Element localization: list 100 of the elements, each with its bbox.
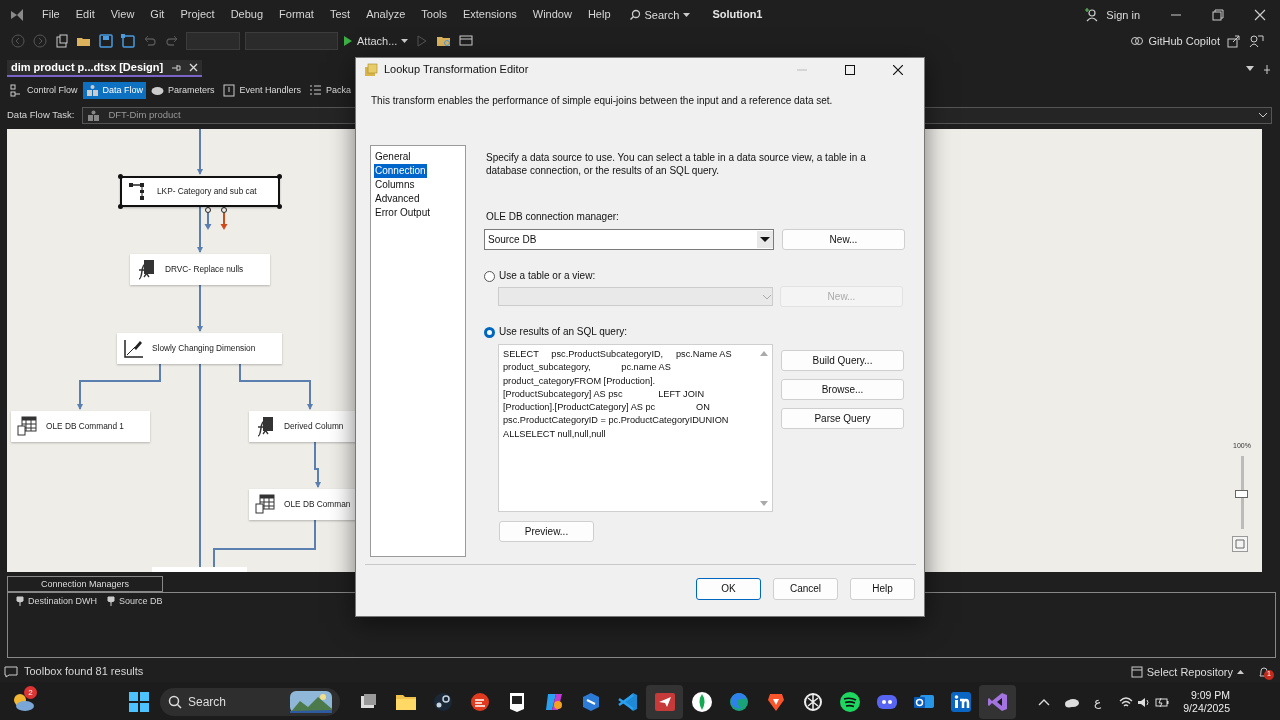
connection-dropdown[interactable]: Source DB <box>484 229 774 250</box>
knot-icon[interactable] <box>801 691 824 713</box>
search-field[interactable]: Search <box>160 688 340 716</box>
connector-line <box>197 284 203 332</box>
window-icon[interactable] <box>458 33 475 49</box>
search-button[interactable]: Search <box>628 6 691 24</box>
app-icon[interactable] <box>949 691 972 713</box>
data-flow-icon <box>85 83 99 97</box>
time-text: 9:09 PM <box>1190 689 1230 702</box>
app-icon[interactable] <box>468 691 491 713</box>
page-item[interactable]: Error Output <box>374 206 432 220</box>
designer-tab[interactable]: Data Flow <box>82 81 147 99</box>
close-icon[interactable] <box>893 65 903 75</box>
sign-in-button[interactable]: Sign in <box>1084 6 1140 24</box>
menu-item[interactable]: Debug <box>222 8 272 22</box>
designer-tab[interactable]: Parameters <box>148 81 218 99</box>
slider-thumb[interactable] <box>1235 489 1248 498</box>
output-arrow-icon[interactable] <box>204 207 212 230</box>
cloud-icon[interactable] <box>1064 696 1081 708</box>
dialog-button[interactable]: OK <box>696 578 761 600</box>
play-icon <box>343 35 353 47</box>
browser-icon[interactable] <box>727 691 750 713</box>
battery-icon[interactable] <box>1155 696 1170 708</box>
page-item[interactable]: Advanced <box>374 192 421 206</box>
radio-label: Use a table or a view: <box>499 270 596 282</box>
app-icon[interactable] <box>431 691 454 713</box>
dialog-description: This transform enables the performance of simple equi-joins between the input and a reference data set. <box>371 95 834 107</box>
query-button[interactable]: Browse... <box>781 379 904 400</box>
page-item[interactable]: Columns <box>374 178 416 192</box>
caret-icon <box>401 38 409 44</box>
pin-icon[interactable] <box>171 62 182 73</box>
clock[interactable]: 9:09 PM 9/24/2025 <box>1183 689 1230 715</box>
table-icon <box>255 494 276 515</box>
menu-item[interactable]: Extensions <box>454 8 525 22</box>
restore-icon[interactable] <box>1212 9 1224 21</box>
pin-icon[interactable] <box>1262 63 1272 74</box>
radio-button[interactable] <box>484 326 495 338</box>
new-project-icon[interactable] <box>54 33 70 49</box>
dialog-button[interactable]: Cancel <box>773 578 838 600</box>
connection-manager-item[interactable]: Source DB <box>107 596 163 607</box>
designer-tab[interactable]: Control Flow <box>7 81 81 99</box>
feedback-icon[interactable] <box>1248 33 1264 49</box>
query-button[interactable]: Parse Query <box>781 408 904 429</box>
app-icon[interactable] <box>653 691 676 713</box>
query-button[interactable]: Build Query... <box>781 350 904 371</box>
component-node[interactable]: LKP- Category and sub cat <box>120 176 280 207</box>
menu-item[interactable]: Help <box>579 8 619 22</box>
menu-item[interactable]: Window <box>524 8 580 22</box>
music-icon[interactable] <box>838 691 861 713</box>
designer-tab[interactable]: Packa <box>306 81 355 99</box>
comment-icon <box>4 666 18 678</box>
component-node[interactable]: Slowly Changing Dimension <box>117 333 282 364</box>
menu-item[interactable]: Analyze <box>358 8 414 22</box>
start-icon[interactable] <box>128 691 150 713</box>
connection-manager-item[interactable]: Destination DWH <box>16 596 98 607</box>
wifi-icon[interactable] <box>1119 696 1134 708</box>
dialog-button[interactable]: Help <box>850 578 915 600</box>
menu-item[interactable]: Edit <box>67 8 103 22</box>
component-node[interactable] <box>152 567 247 572</box>
query-text: SELECT psc.ProductSubcategoryID, psc.Name AS product_subcategory, pc.name AS product_categoryFROM [Production]. [ProductSubcategory] AS psc LEFT JOIN [Production].[ProductCategory] AS pc ON psc.ProductCategoryID = pc.ProductCategoryIDUNION ALLSELECT null,null,null <box>502 348 733 441</box>
designer-tab[interactable]: Event Handlers <box>219 81 305 99</box>
repository-button[interactable]: Select Repository <box>1130 663 1244 681</box>
panel-tab[interactable]: Connection Managers <box>7 576 163 592</box>
fit-icon[interactable] <box>1232 536 1248 552</box>
flow-icon <box>10 83 23 97</box>
code-editor-icon[interactable] <box>616 691 639 713</box>
save-all-icon[interactable] <box>120 33 136 49</box>
plug-icon <box>107 596 116 607</box>
menu-item[interactable]: Git <box>142 8 173 22</box>
error-arrow-icon[interactable] <box>220 207 228 230</box>
save-icon[interactable] <box>98 33 114 49</box>
new-button[interactable]: New... <box>782 229 905 250</box>
connector-line <box>197 206 203 253</box>
page-item[interactable]: Connection <box>374 164 427 178</box>
search-placeholder: Search <box>188 694 227 710</box>
caret-icon <box>683 12 691 18</box>
dropdown-icon[interactable] <box>1246 65 1254 72</box>
copilot-icon <box>1130 34 1145 48</box>
status-text: Toolbox found 81 results <box>24 665 144 679</box>
radio-button[interactable] <box>484 270 495 282</box>
share-icon[interactable] <box>1226 33 1242 49</box>
maximize-icon[interactable] <box>845 65 855 75</box>
copilot-button[interactable]: GitHub Copilot <box>1130 32 1220 50</box>
menu-item[interactable]: Test <box>321 8 359 22</box>
menu-item[interactable]: View <box>102 8 143 22</box>
page-item[interactable]: General <box>374 150 412 164</box>
component-node[interactable]: DRVC- Replace nulls <box>130 254 270 285</box>
menu-item[interactable]: Project <box>172 8 223 22</box>
preview-button[interactable]: Preview... <box>499 521 594 542</box>
menu-item[interactable]: Format <box>271 8 322 22</box>
language-indicator[interactable]: ع <box>1094 694 1102 710</box>
menu-item[interactable]: Tools <box>413 8 455 22</box>
field-label: OLE DB connection manager: <box>486 211 620 223</box>
volume-icon[interactable] <box>1137 696 1152 708</box>
component-node[interactable]: OLE DB Command 1 <box>11 411 150 442</box>
leaf-icon[interactable] <box>690 691 713 713</box>
menu-item[interactable]: File <box>34 8 68 22</box>
chevron-up-icon[interactable] <box>1038 698 1051 706</box>
attach-button[interactable]: Attach... <box>343 32 409 50</box>
event-icon <box>222 83 236 97</box>
